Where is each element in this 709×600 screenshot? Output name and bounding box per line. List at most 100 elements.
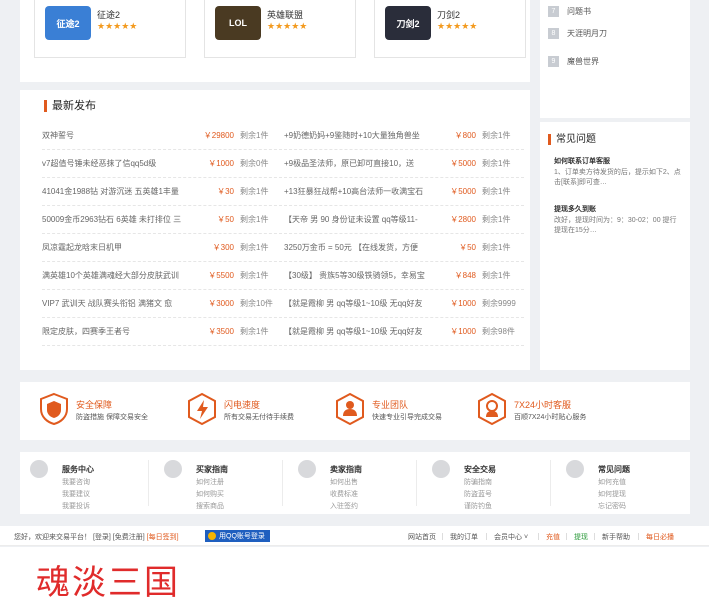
listing-row[interactable]: VIP7 武训天 战队赛头衔铝 满猪文 愈 ￥3000 剩余10件: [42, 290, 282, 318]
divider: [442, 533, 443, 540]
listing-price: ￥5000: [450, 187, 476, 196]
footer-link[interactable]: 入驻签约: [330, 501, 358, 511]
listing-title: 【就是霞柳 男 qq等级1~10级 无qq好友: [284, 299, 423, 308]
rank-number: 9: [548, 56, 559, 67]
signin-link[interactable]: [每日签到]: [147, 534, 179, 541]
divider: [594, 533, 595, 540]
listing-title: 满英雄10个英雄满魂经大部分皮肤武训: [42, 271, 179, 280]
listing-stock: 剩余1件: [482, 131, 511, 140]
heart-icon: [566, 460, 584, 478]
listing-row[interactable]: 【30级】 贵族5等30级铁骑领5，幸易宝 ￥848 剩余1件: [284, 262, 524, 290]
section-title: 最新发布: [44, 100, 96, 112]
nav-my-orders[interactable]: 我的订单: [450, 532, 478, 542]
listing-price: ￥30: [217, 187, 234, 196]
faq-question[interactable]: 提现多久到账: [554, 204, 596, 214]
buyer-icon: [164, 460, 182, 478]
footer-link[interactable]: 防骗指南: [464, 477, 492, 487]
listing-stock: 剩余1件: [240, 131, 269, 140]
listing-price: ￥848: [454, 271, 476, 280]
footer-link[interactable]: 我要投诉: [62, 501, 90, 511]
listing-stock: 剩余1件: [482, 243, 511, 252]
qq-login-button[interactable]: 用QQ账号登录: [205, 530, 270, 542]
listing-row[interactable]: 满英雄10个英雄满魂经大部分皮肤武训 ￥5500 剩余1件: [42, 262, 282, 290]
footer-col-security: 安全交易 防骗指南 防盗蓝号 谨防钓鱼: [422, 456, 542, 512]
featured-games-panel: 征途2 征途2 ★★★★★ LOL 英雄联盟 ★★★★★ 刀剑2 刀剑2 ★★★…: [20, 0, 530, 82]
footer-link[interactable]: 我要咨询: [62, 477, 90, 487]
divider: [148, 460, 149, 506]
guarantee-title: 闪电速度: [224, 400, 261, 410]
listing-price: ￥1000: [450, 299, 476, 308]
nav-recharge[interactable]: 充值: [546, 532, 560, 542]
listing-price: ￥50: [459, 243, 476, 252]
lightning-icon: [188, 392, 216, 426]
footer-link[interactable]: 我要建议: [62, 489, 90, 499]
latest-listings-panel: 最新发布 双神誓号 ￥29800 剩余1件 v7超值号锤未经恶抹了信qq5d级 …: [20, 90, 530, 370]
qq-icon: [208, 532, 216, 540]
game-card[interactable]: 刀剑2 刀剑2 ★★★★★: [374, 0, 526, 58]
listing-price: ￥5500: [208, 271, 234, 280]
side-game-item[interactable]: 8 天涯明月刀: [548, 28, 607, 39]
divider: [538, 533, 539, 540]
listing-row[interactable]: 3250万金币 = 50元 【在线发货，方便 ￥50 剩余1件: [284, 234, 524, 262]
listing-title: 【就是霞柳 男 qq等级1~10级 无qq好友: [284, 327, 423, 336]
footer-col-heading: 常见问题: [598, 465, 630, 474]
listing-title: 【天帝 男 90 身份证未设置 qq等级11-: [284, 215, 418, 224]
rank-number: 8: [548, 28, 559, 39]
guarantee-bar: 安全保障 防盗措施 保障交易安全 闪电速度 所有交易无付待手续费 专业团队 快速…: [20, 382, 690, 440]
footer-link[interactable]: 如何注册: [196, 477, 224, 487]
site-logo-text[interactable]: 魂淡三国: [36, 555, 180, 600]
listing-title: v7超值号锤未经恶抹了信qq5d级: [42, 159, 157, 168]
nav-hot[interactable]: 每日必播: [646, 532, 674, 542]
footer-link[interactable]: 如何出售: [330, 477, 358, 487]
side-game-item[interactable]: 9 魔兽世界: [548, 56, 599, 67]
login-link[interactable]: [登录]: [93, 534, 111, 541]
side-game-item[interactable]: 7 问题书: [548, 6, 591, 17]
register-link[interactable]: [免费注册]: [113, 534, 145, 541]
game-card[interactable]: LOL 英雄联盟 ★★★★★: [204, 0, 356, 58]
listing-row[interactable]: 【就是霞柳 男 qq等级1~10级 无qq好友 ￥1000 剩余9999: [284, 290, 524, 318]
listing-row[interactable]: 凤凉霆起龙晗末日机甲 ￥300 剩余1件: [42, 234, 282, 262]
nav-help[interactable]: 新手帮助: [602, 532, 630, 542]
nav-member-center[interactable]: 会员中心 ˅: [494, 532, 528, 542]
listing-row[interactable]: +13狂暴狂战帮+10高台法师一收满宝石 ￥5000 剩余1件: [284, 178, 524, 206]
listing-row[interactable]: v7超值号锤未经恶抹了信qq5d级 ￥1000 剩余0件: [42, 150, 282, 178]
footer-link[interactable]: 如何充值: [598, 477, 626, 487]
game-card[interactable]: 征途2 征途2 ★★★★★: [34, 0, 186, 58]
footer-link[interactable]: 防盗蓝号: [464, 489, 492, 499]
nav-withdraw[interactable]: 提现: [574, 532, 588, 542]
guarantee-title: 专业团队: [372, 400, 409, 410]
footer-col-heading: 卖家指南: [330, 465, 362, 474]
divider: [486, 533, 487, 540]
listing-title: 【30级】 贵族5等30级铁骑领5，幸易宝: [284, 271, 425, 280]
listing-stock: 剩余1件: [240, 243, 269, 252]
listing-row[interactable]: 50009金币2963钻石 6英雄 未打排位 三 ￥50 剩余1件: [42, 206, 282, 234]
listing-row[interactable]: 41041金1988钻 对游沉迷 五英雄1丰量 ￥30 剩余1件: [42, 178, 282, 206]
footer-link[interactable]: 如何提现: [598, 489, 626, 499]
listing-stock: 剩余1件: [482, 215, 511, 224]
footer-col-seller: 卖家指南 如何出售 收费标准 入驻签约: [288, 456, 408, 512]
listing-row[interactable]: 【就是霞柳 男 qq等级1~10级 无qq好友 ￥1000 剩余98件: [284, 318, 524, 346]
footer-col-heading: 服务中心: [62, 465, 94, 474]
footer-link[interactable]: 收费标准: [330, 489, 358, 499]
nav-home[interactable]: 网站首页: [408, 532, 436, 542]
listing-row[interactable]: +9奶德奶妈+9鉴随时+10大量独角兽坐 ￥800 剩余1件: [284, 122, 524, 150]
footer-link[interactable]: 谨防钓鱼: [464, 501, 492, 511]
guarantee-desc: 快速专业引导完成交易: [372, 414, 442, 421]
divider: [550, 460, 551, 506]
footer-link[interactable]: 搜索商品: [196, 501, 224, 511]
listing-row[interactable]: 【天帝 男 90 身份证未设置 qq等级11- ￥2800 剩余1件: [284, 206, 524, 234]
listing-stock: 剩余1件: [482, 159, 511, 168]
listing-row[interactable]: +9极品圣法师，原已卸可直接10，送 ￥5000 剩余1件: [284, 150, 524, 178]
listing-stock: 剩余1件: [240, 215, 269, 224]
side-game-list: 7 问题书 8 天涯明月刀 9 魔兽世界: [540, 0, 690, 118]
listing-title: +9奶德奶妈+9鉴随时+10大量独角兽坐: [284, 131, 420, 140]
faq-question[interactable]: 如何联系订单客服: [554, 156, 610, 166]
welcome-area: 您好，欢迎来交易平台！ [登录] [免费注册] [每日签到]: [14, 532, 179, 542]
listing-row[interactable]: 限定皮肤，四赛季王者号 ￥3500 剩余1件: [42, 318, 282, 346]
footer-link[interactable]: 如何购买: [196, 489, 224, 499]
divider: [282, 460, 283, 506]
footer-link[interactable]: 忘记密码: [598, 501, 626, 511]
brand-header: 魂淡三国: [0, 547, 709, 600]
rating-stars: ★★★★★: [437, 21, 478, 31]
listing-row[interactable]: 双神誓号 ￥29800 剩余1件: [42, 122, 282, 150]
